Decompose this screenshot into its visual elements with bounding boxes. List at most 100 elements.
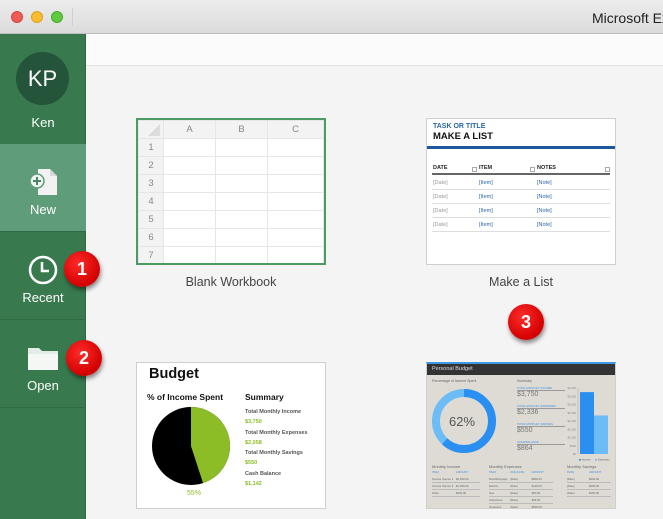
sidebar-item-label: New <box>29 202 56 217</box>
sidebar-item-label: Open <box>27 378 59 393</box>
summary-value: $1,142 <box>245 481 262 487</box>
summary-value: $3,750 <box>517 391 539 398</box>
row-divider <box>489 503 553 504</box>
y-tick-label: $4,000 <box>567 386 576 390</box>
summary-value: $550 <box>517 427 533 434</box>
table-cell: $150.00 <box>589 491 600 495</box>
list-header: NOTES <box>537 165 556 171</box>
table-cell: $500.00 <box>531 505 542 509</box>
minimize-window-button[interactable] <box>31 11 43 23</box>
list-cell: [Date] <box>433 194 448 200</box>
summary-label: Total Monthly Income <box>245 409 302 415</box>
table-cell: $200.00 <box>589 477 600 481</box>
row-header: 7 <box>138 246 164 263</box>
table-header: ITEM <box>432 470 439 474</box>
list-cell: [Note] <box>537 180 552 186</box>
table-cell: $45.00 <box>531 498 541 502</box>
spreadsheet-preview: A B C 1 2 3 4 5 6 7 <box>138 120 324 263</box>
row-divider <box>489 489 553 490</box>
donut-percent-label: 62% <box>449 414 476 429</box>
template-gallery: A B C 1 2 3 4 5 6 7 Blank Workbook TASK … <box>64 34 663 519</box>
table-cell: Groceries <box>489 505 502 509</box>
clock-icon <box>28 255 58 285</box>
titlebar-divider <box>72 8 73 26</box>
table-header: DATE <box>567 470 575 474</box>
list-header: DATE <box>433 165 448 171</box>
table-cell: $800.00 <box>531 477 542 481</box>
summary-value: $2,336 <box>517 409 539 416</box>
row-divider <box>432 489 480 490</box>
table-cell: [Date] <box>510 498 518 502</box>
avatar[interactable]: KP <box>16 52 69 105</box>
table-cell: Electric <box>489 484 499 488</box>
header-divider <box>432 173 610 175</box>
template-make-a-list[interactable]: TASK OR TITLE MAKE A LIST DATE ITEM NOTE… <box>426 118 616 265</box>
window-title: Microsoft Excel <box>592 10 663 26</box>
row-divider <box>432 482 480 483</box>
y-tick-label: $500 <box>570 444 577 448</box>
list-subtitle: TASK OR TITLE <box>433 123 486 130</box>
column-header: A <box>162 120 217 139</box>
row-divider <box>567 489 611 490</box>
summary-label: Total Monthly Expenses <box>245 430 308 436</box>
table-title: Monthly Expenses <box>489 464 522 469</box>
title-bar: Microsoft Excel <box>0 0 663 34</box>
row-divider <box>489 482 553 483</box>
close-window-button[interactable] <box>11 11 23 23</box>
template-blank-workbook[interactable]: A B C 1 2 3 4 5 6 7 <box>136 118 326 265</box>
sidebar-item-new[interactable]: New <box>0 144 86 232</box>
budget-title: Budget <box>149 366 199 382</box>
template-label[interactable]: Make a List <box>426 275 616 289</box>
summary-label: Cash Balance <box>245 471 282 477</box>
list-cell: [Date] <box>433 180 448 186</box>
table-cell: [Date] <box>510 505 518 509</box>
legend-label: Income <box>582 458 591 462</box>
profile[interactable]: KP Ken <box>0 34 86 144</box>
row-divider <box>432 217 610 218</box>
folder-icon <box>28 348 58 370</box>
row-header: 1 <box>138 138 164 157</box>
table-header: AMOUNT <box>456 470 469 474</box>
list-cell: [Note] <box>537 222 552 228</box>
summary-label: Total Monthly Savings <box>245 450 303 456</box>
sidebar-item-label: Recent <box>22 290 64 305</box>
row-divider <box>432 203 610 204</box>
table-cell: Gas <box>489 491 495 495</box>
legend-swatch <box>579 459 581 461</box>
y-tick-label: $2,500 <box>567 411 576 415</box>
donut-title: Percentage of Income Spent <box>432 379 477 383</box>
list-title: MAKE A LIST <box>433 131 493 142</box>
table-cell: $200.00 <box>589 484 600 488</box>
y-tick-label: $3,000 <box>567 403 576 407</box>
pie-percent-label: 55% <box>187 490 202 497</box>
y-tick-label: $1,000 <box>567 436 576 440</box>
template-budget[interactable]: Budget % of Income Spent 55% Summary Tot… <box>136 362 326 509</box>
callout-badge-1: 1 <box>64 251 100 287</box>
legend-label: Expenses <box>598 458 610 462</box>
table-header: DUE DATE <box>510 470 525 474</box>
list-cell: [Note] <box>537 194 552 200</box>
y-tick-label: $1,500 <box>567 427 576 431</box>
legend-swatch <box>595 459 597 461</box>
template-personal-budget[interactable]: Personal Budget Percentage of Income Spe… <box>426 362 616 509</box>
table-header: ITEM <box>489 470 496 474</box>
callout-badge-2: 2 <box>66 340 102 376</box>
summary-title: Summary <box>517 379 532 383</box>
list-cell: [Date] <box>433 208 448 214</box>
table-title: Monthly Savings <box>567 464 597 469</box>
row-header: 5 <box>138 210 164 229</box>
bar-income <box>580 392 594 454</box>
column-header: C <box>267 120 324 139</box>
column-header: B <box>215 120 269 139</box>
row-header: 2 <box>138 156 164 175</box>
table-cell: $120.00 <box>531 484 542 488</box>
table-cell: Other <box>432 491 439 495</box>
template-label[interactable]: Blank Workbook <box>136 275 326 289</box>
table-cell: Income Source 2 <box>432 484 454 488</box>
pie-title: % of Income Spent <box>147 392 224 402</box>
table-cell: [Date] <box>567 484 575 488</box>
table-cell: $250.00 <box>456 491 467 495</box>
summary-value: $550 <box>245 460 258 466</box>
table-cell: Cell phone <box>489 498 503 502</box>
zoom-window-button[interactable] <box>51 11 63 23</box>
